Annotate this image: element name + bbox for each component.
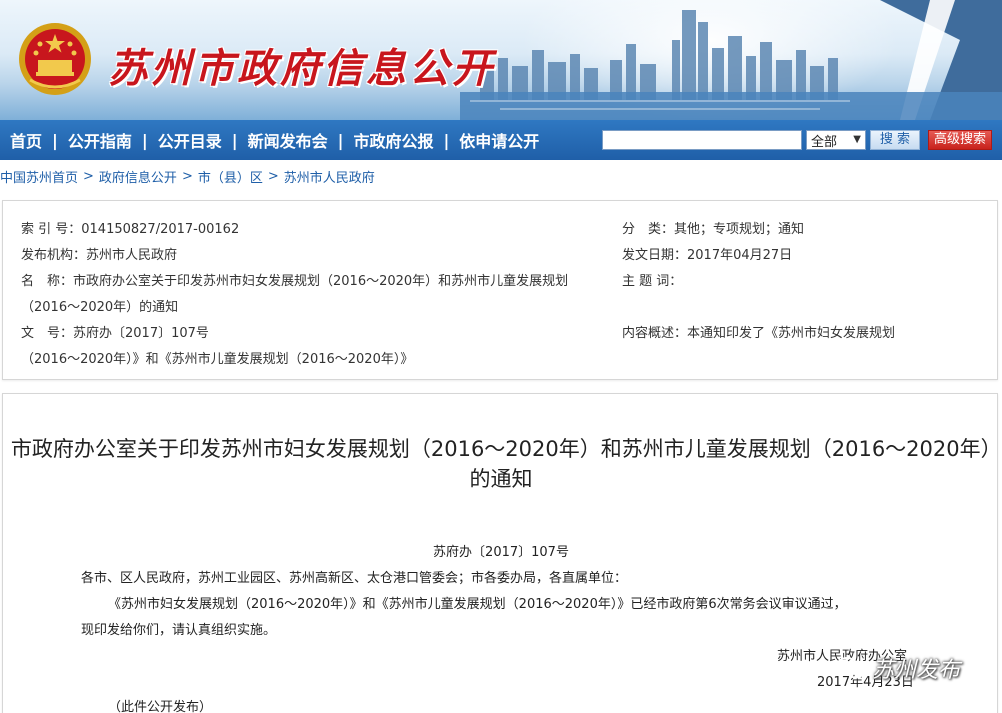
nav-items: 首页 | 公开指南 | 公开目录 | 新闻发布会 | 市政府公报 | 依申请公开 [0,120,549,160]
document-number-line: 苏府办〔2017〕107号 [433,545,569,560]
breadcrumb-separator: > [181,168,193,184]
nav-item-catalog[interactable]: 公开目录 [148,128,232,152]
issue-date: 发文日期：2017年04月27日 [622,248,793,263]
breadcrumb: 中国苏州首页 > 政府信息公开 > 市（县）区 > 苏州市人民政府 [0,166,375,186]
document-name: 名 称：市政府办公室关于印发苏州市妇女发展规划（2016～2020年）和苏州市儿… [21,274,569,289]
body-paragraph-line-1: 《苏州市妇女发展规划（2016～2020年）》和《苏州市儿童发展规划（2016～… [108,597,847,612]
wechat-watermark: 苏州发布 [836,652,960,684]
body-paragraph-line-2: 现印发给你们，请认真组织实施。 [81,623,277,638]
subject-keywords: 主 题 词： [622,274,683,289]
index-number: 索 引 号：014150827/2017-00162 [21,222,240,237]
national-emblem-icon [19,23,91,95]
advanced-search-button[interactable]: 高级搜索 [928,130,992,150]
document-number: 文 号：苏府办〔2017〕107号 [21,326,209,341]
search-input[interactable] [602,130,802,150]
chevron-down-icon: ▼ [853,134,861,145]
nav-item-press-conference[interactable]: 新闻发布会 [238,128,338,152]
breadcrumb-separator: > [83,168,94,184]
nav-item-gazette[interactable]: 市政府公报 [343,128,443,152]
nav-item-guide[interactable]: 公开指南 [58,128,142,152]
search-scope-value: 全部 [811,134,838,150]
search-scope-select[interactable]: 全部 ▼ [806,130,866,150]
city-skyline-illustration [460,0,1002,120]
nav-item-home[interactable]: 首页 [0,128,52,152]
content-summary: 内容概述：本通知印发了《苏州市妇女发展规划 [622,326,896,341]
watermark-text: 苏州发布 [872,658,961,683]
recipients: 各市、区人民政府，苏州工业园区、苏州高新区、太仓港口管委会；市各委办局，各直属单… [81,571,628,586]
search-button[interactable]: 搜 索 [870,130,920,150]
content-summary-continued: （2016～2020年）》和《苏州市儿童发展规划（2016～2020年）》 [21,352,414,367]
breadcrumb-item-municipal-government[interactable]: 苏州市人民政府 [284,167,375,186]
publication-note: （此件公开发布） [108,700,213,713]
category: 分 类：其他；专项规划；通知 [622,222,805,237]
breadcrumb-item-county-district[interactable]: 市（县）区 [198,167,263,186]
publisher: 发布机构：苏州市人民政府 [21,248,178,263]
wechat-icon [836,657,865,679]
nav-item-application[interactable]: 依申请公开 [449,128,549,152]
document-name-continued: （2016～2020年）的通知 [21,300,179,315]
site-title: 苏州市政府信息公开 [108,45,495,92]
breadcrumb-item-info-disclosure[interactable]: 政府信息公开 [99,167,177,186]
document-title: 市政府办公室关于印发苏州市妇女发展规划（2016～2020年）和苏州市儿童发展规… [10,437,992,491]
breadcrumb-item-home[interactable]: 中国苏州首页 [0,167,78,186]
site-banner: 苏州市政府信息公开 [0,0,1002,120]
breadcrumb-separator: > [267,168,279,184]
